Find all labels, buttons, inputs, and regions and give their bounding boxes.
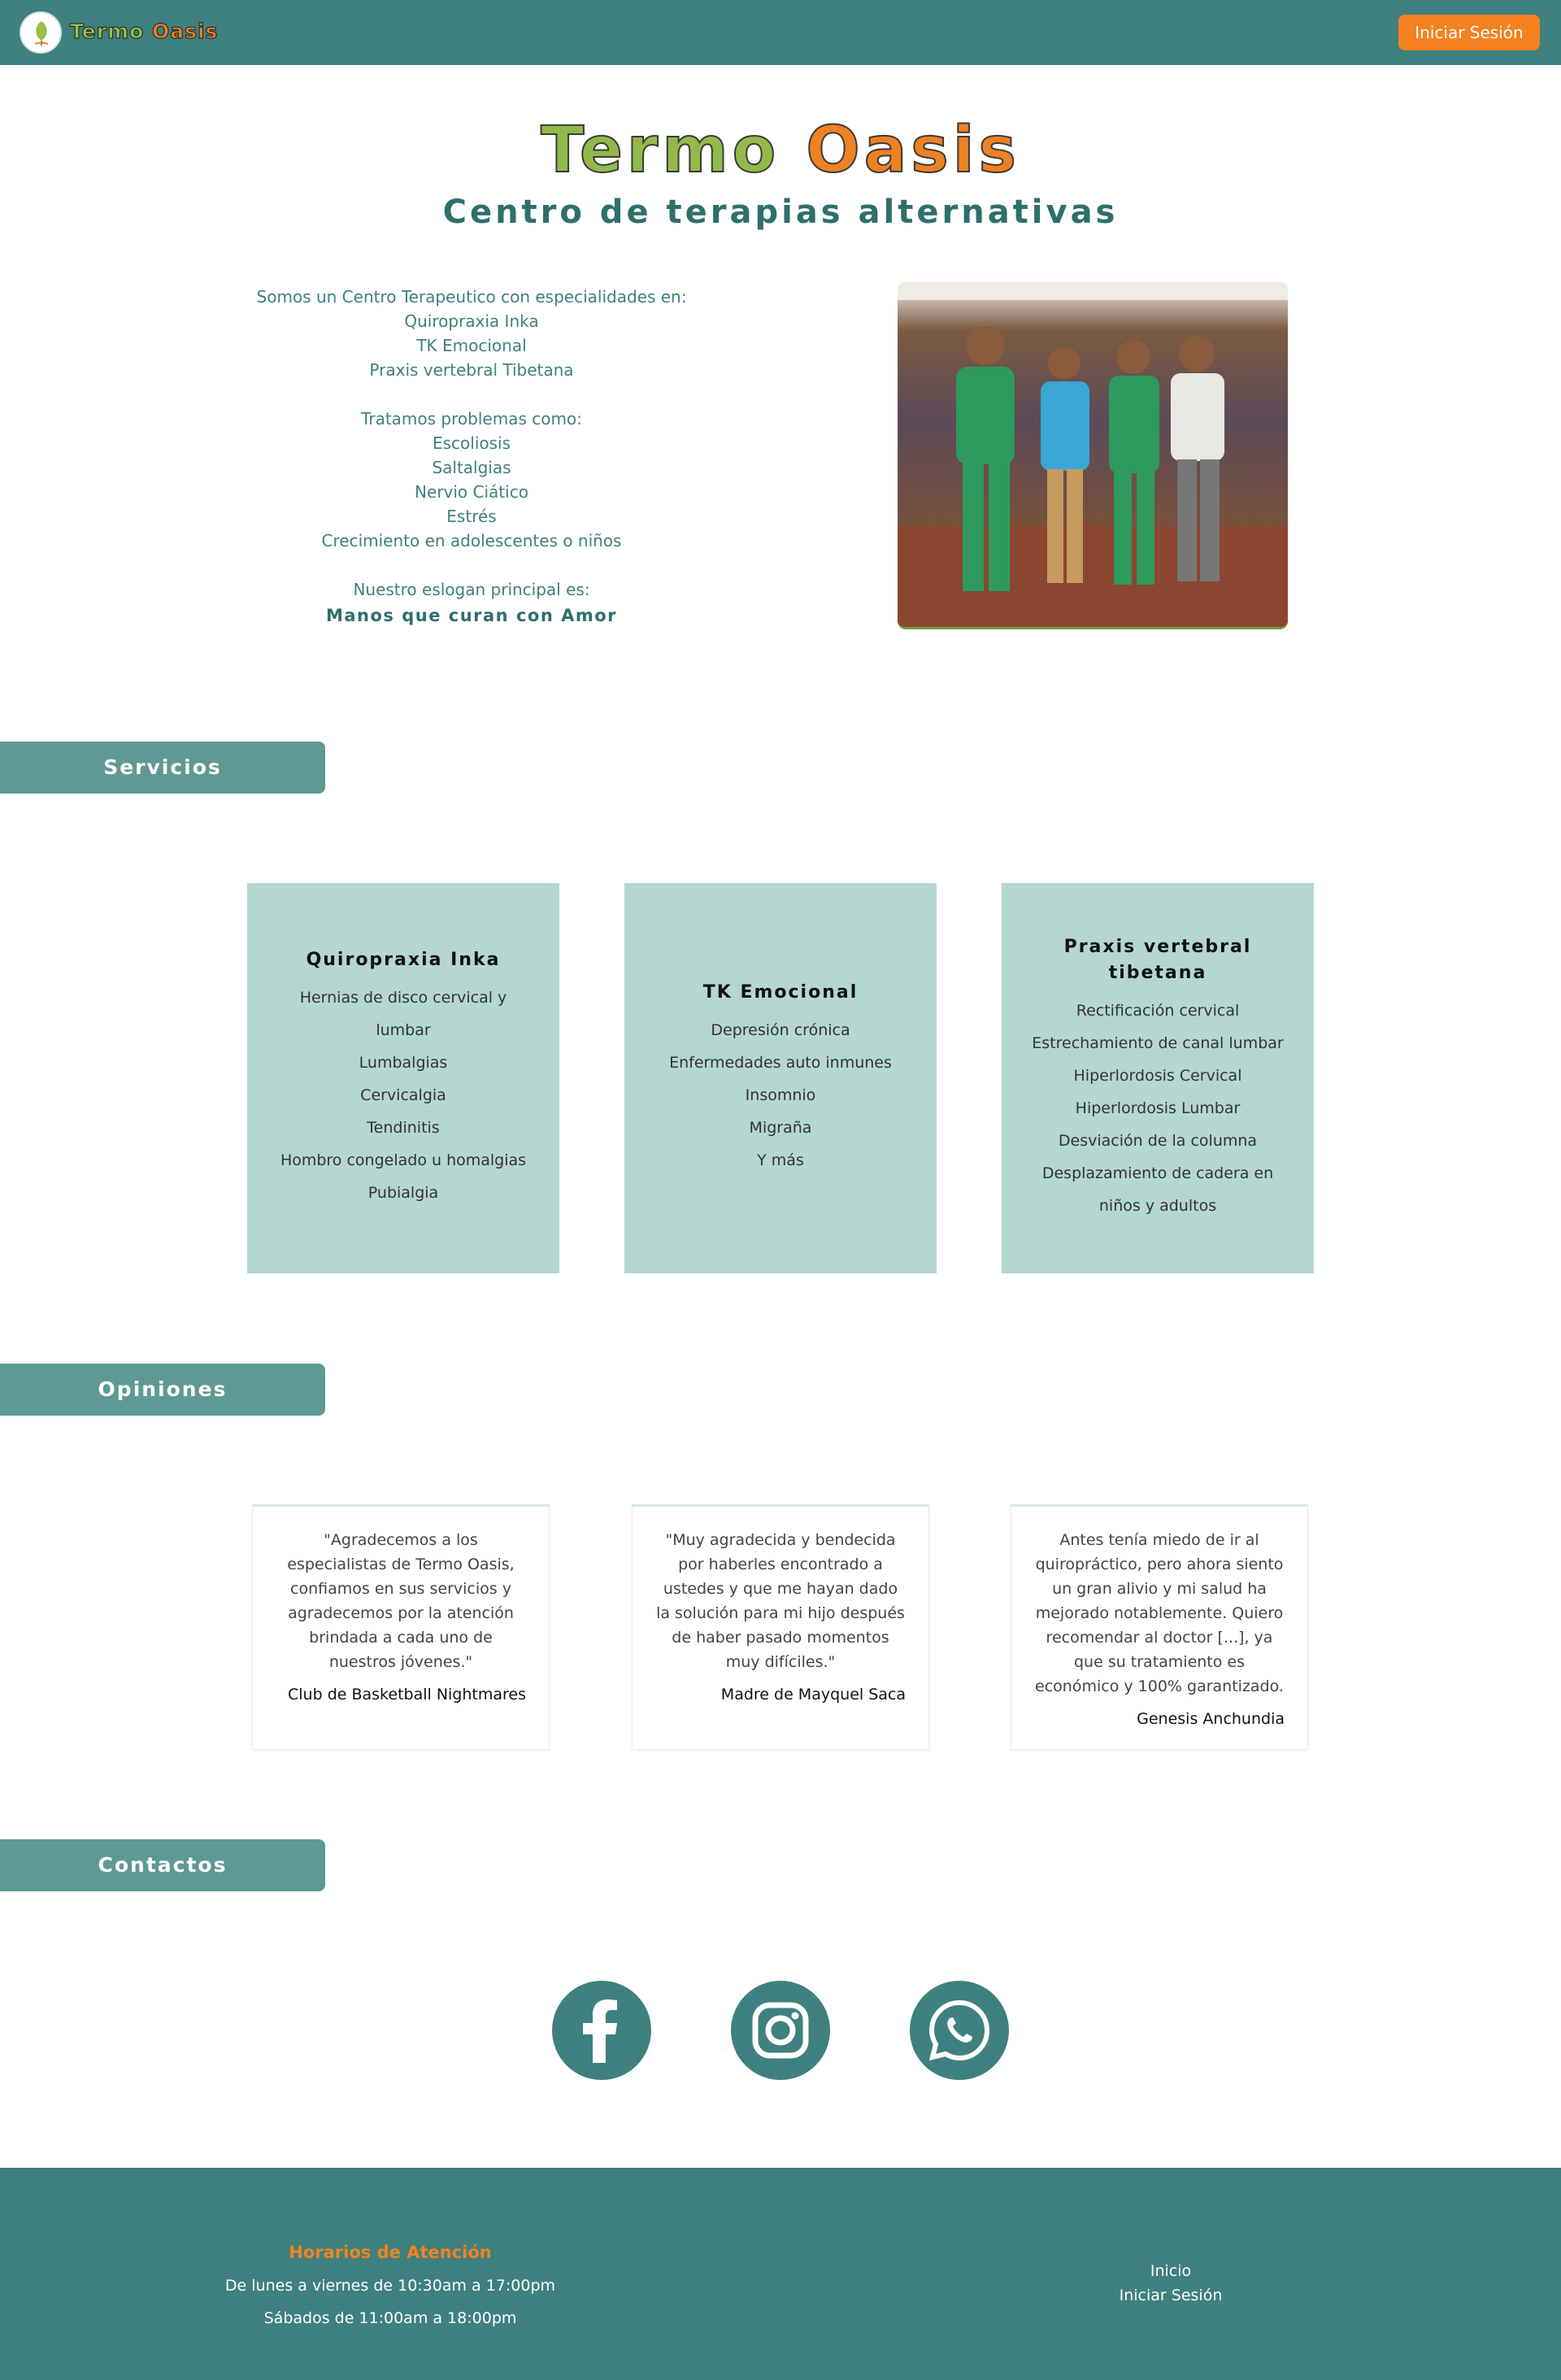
service-item: Hiperlordosis Lumbar	[1075, 1099, 1241, 1117]
facebook-icon[interactable]	[552, 1981, 651, 2080]
instagram-icon[interactable]	[731, 1981, 830, 2080]
opinion-card: Antes tenía miedo de ir al quiropráctico…	[1011, 1504, 1308, 1750]
service-item: Hiperlordosis Cervical	[1073, 1067, 1242, 1085]
service-title: Quiropraxia Inka	[306, 950, 501, 970]
service-item: Desplazamiento de cadera en niños y adul…	[1041, 1164, 1274, 1215]
footer-link-login[interactable]: Iniciar Sesión	[1041, 2286, 1301, 2304]
hours-title: Horarios de Atención	[289, 2243, 492, 2262]
opinion-author: Genesis Anchundia	[1137, 1710, 1285, 1728]
service-item: Hernias de disco cervical y lumbar	[299, 989, 507, 1039]
service-item: Rectificación cervical	[1076, 1002, 1240, 1020]
intro-line: TK Emocional	[416, 336, 527, 355]
nav-brand-part2: Oasis	[151, 20, 219, 44]
problem-item: Crecimiento en adolescentes o niños	[321, 531, 622, 550]
hours-saturday: Sábados de 11:00am a 18:00pm	[263, 2309, 517, 2327]
problem-item: Nervio Ciático	[415, 482, 528, 502]
login-button[interactable]: Iniciar Sesión	[1398, 15, 1540, 50]
service-item: Estrechamiento de canal lumbar	[1032, 1034, 1284, 1052]
service-title: Praxis vertebral tibetana	[1063, 937, 1252, 983]
service-list: Hernias de disco cervical y lumbar Lumba…	[272, 981, 535, 1209]
footer: Horarios de Atención De lunes a viernes …	[0, 2168, 1561, 2380]
service-list: Depresión crónica Enfermedades auto inmu…	[669, 1014, 892, 1177]
service-list: Rectificación cervical Estrechamiento de…	[1026, 994, 1289, 1222]
opinion-author: Club de Basketball Nightmares	[288, 1686, 526, 1703]
hero-title-part2: Oasis	[805, 113, 1020, 188]
opinion-author: Madre de Mayquel Saca	[720, 1686, 906, 1703]
opinion-card: "Muy agradecida y bendecida por haberles…	[632, 1504, 929, 1750]
service-item: Y más	[757, 1151, 804, 1169]
hours-weekdays: De lunes a viernes de 10:30am a 17:00pm	[224, 2277, 556, 2295]
opinion-quote: "Muy agradecida y bendecida por haberles…	[656, 1531, 905, 1671]
nav-brand-part1: Termo	[69, 20, 145, 44]
service-title: TK Emocional	[702, 982, 859, 1003]
problem-item: Escoliosis	[432, 433, 511, 453]
footer-link-home[interactable]: Inicio	[1041, 2262, 1301, 2280]
service-card: TK Emocional Depresión crónica Enfermeda…	[624, 883, 937, 1273]
service-item: Insomnio	[745, 1086, 816, 1104]
service-item: Hombro congelado u homalgias	[280, 1151, 527, 1169]
whatsapp-icon[interactable]	[910, 1981, 1009, 2080]
intro-line: Praxis vertebral Tibetana	[369, 360, 574, 380]
leaf-logo-icon[interactable]	[20, 11, 62, 54]
navbar: Termo Oasis Iniciar Sesión	[0, 0, 1561, 65]
section-bar-opinions: Opiniones	[0, 1364, 325, 1416]
team-photo	[898, 282, 1288, 629]
opinion-quote: Antes tenía miedo de ir al quiropráctico…	[1035, 1531, 1284, 1695]
service-item: Enfermedades auto inmunes	[669, 1054, 892, 1072]
intro-line: Somos un Centro Terapeutico con especial…	[256, 287, 687, 307]
intro-text: Somos un Centro Terapeutico con especial…	[228, 285, 715, 628]
opinion-card: "Agradecemos a los especialistas de Term…	[252, 1504, 550, 1750]
section-bar-services: Servicios	[0, 742, 325, 794]
service-item: Pubialgia	[367, 1184, 439, 1202]
service-card: Quiropraxia Inka Hernias de disco cervic…	[247, 883, 559, 1273]
problem-item: Saltalgias	[432, 458, 511, 477]
hero-title-part1: Termo	[540, 113, 780, 188]
hero-title: Termo Oasis	[0, 113, 1561, 188]
problem-item: Estrés	[446, 507, 497, 526]
nav-brand[interactable]: Termo Oasis	[69, 20, 219, 44]
service-item: Depresión crónica	[711, 1021, 850, 1039]
service-item: Lumbalgias	[359, 1054, 448, 1072]
opinion-quote: "Agradecemos a los especialistas de Term…	[287, 1531, 515, 1671]
slogan: Manos que curan con Amor	[325, 606, 618, 625]
problems-heading: Tratamos problemas como:	[361, 409, 582, 429]
service-item: Desviación de la columna	[1058, 1132, 1258, 1150]
slogan-heading: Nuestro eslogan principal es:	[353, 580, 590, 599]
service-card: Praxis vertebral tibetana Rectificación …	[1002, 883, 1314, 1273]
service-item: Cervicalgia	[360, 1086, 446, 1104]
intro-line: Quiropraxia Inka	[404, 311, 539, 331]
service-item: Tendinitis	[367, 1119, 440, 1137]
service-item: Migraña	[749, 1119, 812, 1137]
section-bar-contacts: Contactos	[0, 1839, 325, 1891]
hero-subtitle: Centro de terapias alternativas	[442, 194, 1119, 231]
